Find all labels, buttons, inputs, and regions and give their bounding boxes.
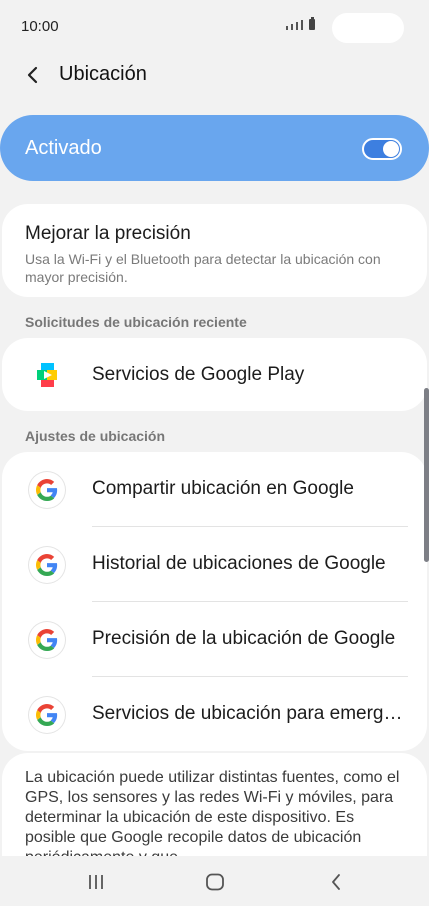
signal-icon-bar [291,24,293,30]
switch-knob [383,141,399,157]
list-item-label: Precisión de la ubicación de Google [92,628,396,649]
battery-icon [309,17,315,30]
scrollbar[interactable] [424,388,429,562]
chevron-left-icon [27,66,38,84]
improve-accuracy-subtitle: Usa la Wi-Fi y el Bluetooth para detecta… [25,251,381,285]
list-item[interactable]: Compartir ubicación en Google [2,452,427,527]
location-master-toggle[interactable]: Activado [0,115,429,181]
status-icons [286,17,315,30]
camera-cutout [332,13,404,43]
list-item[interactable]: Servicios de Google Play [2,338,427,411]
improve-accuracy-item[interactable]: Mejorar la precisión Usa la Wi-Fi y el B… [2,204,427,297]
chevron-left-icon [332,874,340,890]
improve-accuracy-title: Mejorar la precisión [25,223,191,244]
recent-apps-icon [89,875,103,889]
location-info-text: La ubicación puede utilizar distintas fu… [25,769,400,856]
list-item-label: Historial de ubicaciones de Google [92,553,386,574]
google-play-icon [29,357,65,393]
location-settings-header: Ajustes de ubicación [25,428,166,444]
google-g-icon [29,472,65,508]
recent-apps-button[interactable] [84,870,108,894]
status-bar: 10:00 [0,0,429,52]
home-button[interactable] [203,870,227,894]
home-icon [206,873,224,891]
signal-icon-bar [301,20,303,30]
recent-requests-header: Solicitudes de ubicación reciente [25,314,247,330]
location-settings-card: Compartir ubicación en Google Historial … [2,452,427,751]
google-g-icon [29,697,65,733]
list-item[interactable]: Servicios de ubicación para emergencias [2,677,427,752]
list-item[interactable]: Precisión de la ubicación de Google [2,602,427,677]
app-bar: Ubicación [0,52,429,98]
list-item[interactable]: Historial de ubicaciones de Google [2,527,427,602]
recent-requests-card: Servicios de Google Play [2,338,427,411]
google-g-icon [29,547,65,583]
back-nav-button[interactable] [324,870,348,894]
status-time: 10:00 [21,18,59,35]
google-g-icon [29,622,65,658]
signal-icon [286,26,288,30]
back-button[interactable] [18,60,48,90]
location-switch[interactable] [362,138,402,160]
signal-icon-bar [296,22,298,30]
location-info-card: La ubicación puede utilizar distintas fu… [2,753,427,856]
page-title: Ubicación [59,63,147,85]
list-item-label: Servicios de Google Play [92,364,305,385]
navigation-bar [0,856,429,906]
toggle-label: Activado [25,137,102,159]
list-item-label: Compartir ubicación en Google [92,478,354,499]
list-item-label: Servicios de ubicación para emergencias [92,703,408,724]
